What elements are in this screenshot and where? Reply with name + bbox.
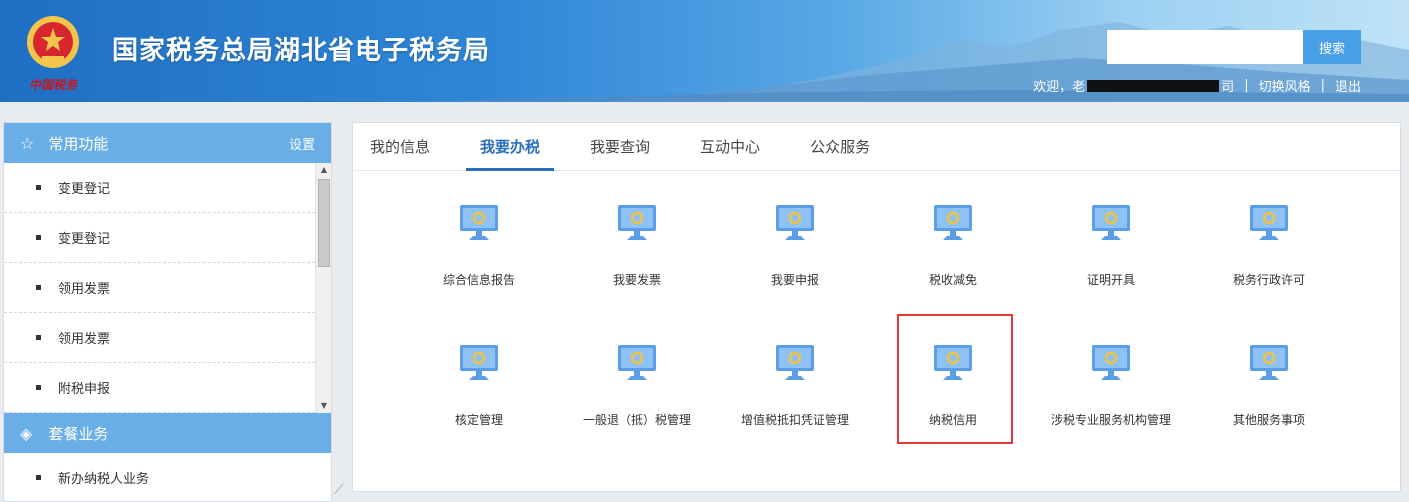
- service-grid: 综合信息报告 我要发票 我要申报 税收减免 证明开具 税务行政许可核定管理 一般退（抵）税管…: [400, 183, 1360, 463]
- search-input[interactable]: [1107, 30, 1303, 64]
- sidebar-item-label: 新办纳税人业务: [58, 471, 150, 487]
- service-tile[interactable]: 增值税抵扣凭证管理: [716, 323, 874, 463]
- service-tile[interactable]: 税收减免: [874, 183, 1032, 323]
- separator: |: [1320, 78, 1325, 93]
- star-icon: ☆: [20, 133, 35, 153]
- common-functions-header: ☆ 常用功能 设置: [4, 123, 331, 163]
- bullet-icon: [36, 285, 41, 290]
- tab-my-info[interactable]: 我的信息: [370, 123, 430, 170]
- monitor-icon: [1092, 345, 1130, 380]
- monitor-icon: [1250, 345, 1288, 380]
- sidebar-item[interactable]: 附税申报: [4, 363, 315, 413]
- sidebar-collapse-handle[interactable]: ⟋: [334, 482, 348, 502]
- search-button[interactable]: 搜索: [1303, 30, 1361, 64]
- sidebar-item-label: 附税申报: [58, 382, 111, 397]
- sidebar-item[interactable]: 变更登记: [4, 213, 315, 263]
- monitor-icon: [1092, 205, 1130, 240]
- monitor-icon: [934, 345, 972, 380]
- common-functions-list: 变更登记 变更登记 领用发票 领用发票 附税申报 ▲ ▼: [4, 163, 331, 413]
- separator: |: [1244, 78, 1249, 93]
- settings-link[interactable]: 设置: [289, 134, 315, 153]
- site-title: 国家税务总局湖北省电子税务局: [112, 36, 491, 66]
- monitor-icon: [934, 205, 972, 240]
- bullet-icon: [36, 474, 41, 480]
- service-tile-label: 证明开具: [1086, 273, 1135, 287]
- sidebar-item[interactable]: 领用发票: [4, 263, 315, 313]
- service-tile-label: 税务行政许可: [1232, 273, 1305, 287]
- layers-icon: ◈: [20, 423, 33, 443]
- sidebar-item-label: 领用发票: [58, 282, 111, 297]
- scroll-up-icon[interactable]: ▲: [316, 163, 331, 177]
- monitor-icon: [460, 205, 498, 240]
- user-bar: 欢迎，老 司 | 切换风格 | 退出: [1033, 76, 1361, 95]
- package-business-title: 套餐业务: [48, 424, 109, 443]
- header-banner: 中国税务 国家税务总局湖北省电子税务局 搜索 欢迎，老 司 | 切换风格 | 退…: [0, 0, 1409, 102]
- sidebar-item-label: 领用发票: [58, 332, 111, 347]
- sidebar-scrollbar[interactable]: ▲ ▼: [315, 163, 331, 413]
- service-tile[interactable]: 税务行政许可: [1190, 183, 1348, 323]
- scroll-thumb[interactable]: [318, 179, 330, 267]
- tab-tax-handling[interactable]: 我要办税: [466, 123, 555, 171]
- company-name-tail: 司: [1221, 80, 1235, 95]
- service-tile[interactable]: 其他服务事项: [1190, 323, 1348, 463]
- monitor-icon: [618, 345, 656, 380]
- sidebar-item-label: 变更登记: [58, 182, 111, 197]
- redacted-company-name: [1087, 79, 1220, 92]
- monitor-icon: [460, 345, 498, 380]
- service-tile-label: 综合信息报告: [442, 273, 515, 287]
- bullet-icon: [36, 335, 41, 340]
- sidebar: ☆ 常用功能 设置 变更登记 变更登记 领用发票 领用发票 附税申报 ▲ ▼ ◈…: [3, 122, 332, 502]
- sidebar-item[interactable]: 新办纳税人业务: [4, 453, 331, 501]
- service-tile[interactable]: 我要发票: [558, 183, 716, 323]
- bullet-icon: [36, 385, 41, 390]
- monitor-icon: [618, 205, 656, 240]
- monitor-icon: [776, 345, 814, 380]
- sidebar-item[interactable]: 领用发票: [4, 313, 315, 363]
- service-tile-label: 一般退（抵）税管理: [582, 413, 691, 427]
- service-tile[interactable]: 我要申报: [716, 183, 874, 323]
- bullet-icon: [36, 185, 41, 190]
- service-tile[interactable]: 涉税专业服务机构管理: [1032, 323, 1190, 463]
- national-emblem-icon: [27, 16, 79, 68]
- welcome-text: 欢迎，老: [1033, 80, 1086, 95]
- service-tile-label: 我要申报: [770, 273, 819, 287]
- service-tile-label: 增值税抵扣凭证管理: [740, 413, 849, 427]
- service-tile[interactable]: 证明开具: [1032, 183, 1190, 323]
- switch-style-link[interactable]: 切换风格: [1259, 76, 1311, 95]
- emblem-caption: 中国税务: [28, 78, 77, 92]
- bullet-icon: [36, 235, 41, 240]
- package-business-header[interactable]: ◈ 套餐业务: [4, 413, 331, 453]
- common-functions-title: 常用功能: [48, 134, 109, 153]
- service-tile[interactable]: 一般退（抵）税管理: [558, 323, 716, 463]
- tab-bar: 我的信息 我要办税 我要查询 互动中心 公众服务: [353, 123, 1400, 171]
- service-tile[interactable]: 核定管理: [400, 323, 558, 463]
- sidebar-item-label: 变更登记: [58, 232, 111, 247]
- tab-interaction[interactable]: 互动中心: [700, 123, 760, 170]
- service-tile[interactable]: 综合信息报告: [400, 183, 558, 323]
- tab-query[interactable]: 我要查询: [590, 123, 650, 170]
- service-tile-label: 纳税信用: [928, 413, 977, 427]
- main-panel: 我的信息 我要办税 我要查询 互动中心 公众服务 综合信息报告 我要发票 我要申报 税收减免 证…: [352, 122, 1401, 492]
- monitor-icon: [776, 205, 814, 240]
- service-tile-label: 涉税专业服务机构管理: [1050, 413, 1171, 427]
- service-tile[interactable]: 纳税信用: [874, 323, 1032, 463]
- logout-link[interactable]: 退出: [1335, 76, 1361, 95]
- service-tile-label: 其他服务事项: [1232, 413, 1305, 427]
- scroll-down-icon[interactable]: ▼: [316, 399, 331, 413]
- service-tile-label: 核定管理: [454, 413, 503, 427]
- sidebar-item[interactable]: 变更登记: [4, 163, 315, 213]
- monitor-icon: [1250, 205, 1288, 240]
- tab-public-service[interactable]: 公众服务: [810, 123, 870, 170]
- service-tile-label: 我要发票: [612, 273, 661, 287]
- service-tile-label: 税收减免: [928, 273, 977, 287]
